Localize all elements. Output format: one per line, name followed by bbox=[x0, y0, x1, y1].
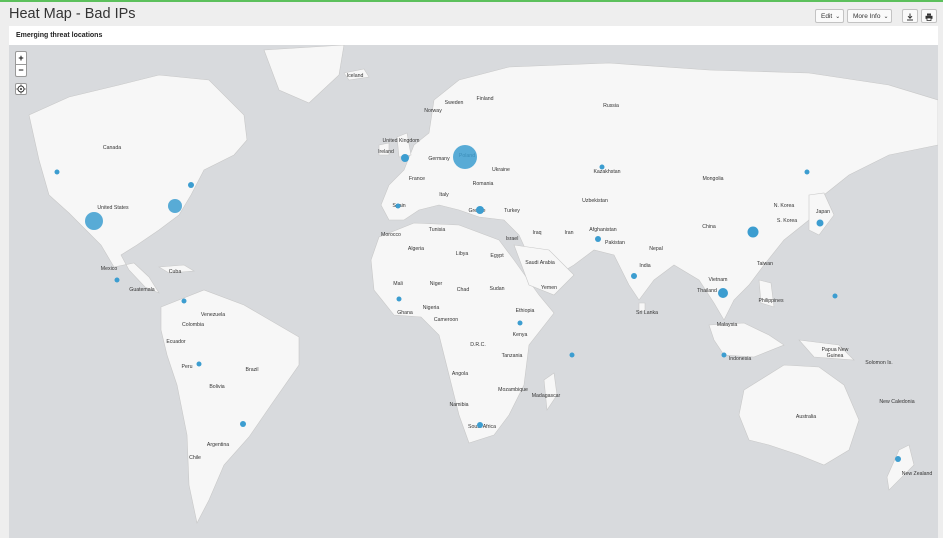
landmass-caribbean bbox=[158, 264, 195, 274]
landmass-madagascar bbox=[543, 372, 558, 411]
threat-bubble[interactable] bbox=[477, 422, 483, 428]
threat-bubble[interactable] bbox=[188, 182, 194, 188]
landmass-sri-lanka bbox=[638, 302, 646, 312]
chevron-down-icon: ⌄ bbox=[835, 14, 841, 20]
zoom-out-button[interactable]: − bbox=[16, 64, 26, 76]
threat-bubble[interactable] bbox=[181, 298, 187, 304]
threat-bubble[interactable] bbox=[240, 421, 246, 427]
locate-button[interactable] bbox=[15, 83, 27, 95]
threat-bubble[interactable] bbox=[816, 219, 824, 227]
threat-bubble[interactable] bbox=[599, 164, 605, 170]
map-panel: Emerging threat locations + − Iceland Fi… bbox=[9, 26, 938, 538]
panel-title: Emerging threat locations bbox=[16, 32, 103, 39]
world-map-landmass bbox=[28, 45, 938, 524]
landmass-australia bbox=[738, 364, 860, 466]
threat-bubble[interactable] bbox=[453, 145, 477, 169]
page-title: Heat Map - Bad IPs bbox=[9, 6, 136, 22]
threat-bubble[interactable] bbox=[395, 203, 401, 209]
threat-bubble[interactable] bbox=[721, 352, 727, 358]
threat-bubble[interactable] bbox=[804, 169, 810, 175]
threat-bubble[interactable] bbox=[54, 169, 60, 175]
crosshair-icon bbox=[16, 84, 26, 94]
threat-bubble[interactable] bbox=[832, 293, 838, 299]
threat-bubble[interactable] bbox=[895, 456, 901, 462]
landmass-south-america bbox=[160, 289, 300, 524]
landmass-southeast-asia bbox=[708, 322, 785, 358]
threat-bubble[interactable] bbox=[718, 288, 728, 298]
more-info-button[interactable]: More Info ⌄ bbox=[847, 9, 892, 23]
threat-bubble[interactable] bbox=[168, 199, 182, 213]
zoom-control: + − bbox=[15, 51, 27, 77]
landmass-philippines bbox=[758, 279, 775, 308]
world-map[interactable]: + − Iceland Finland Sweden Norway Russia Unit… bbox=[9, 45, 938, 538]
landmass-greenland bbox=[263, 45, 345, 104]
landmass-new-guinea bbox=[798, 339, 855, 361]
threat-bubble[interactable] bbox=[631, 273, 637, 279]
threat-bubble[interactable] bbox=[85, 212, 103, 230]
more-info-button-label: More Info bbox=[853, 13, 881, 20]
threat-bubble[interactable] bbox=[569, 352, 575, 358]
download-icon bbox=[907, 13, 913, 21]
threat-bubble[interactable] bbox=[401, 154, 409, 162]
threat-bubble[interactable] bbox=[595, 236, 601, 242]
threat-bubble[interactable] bbox=[114, 277, 120, 283]
threat-bubble[interactable] bbox=[196, 361, 202, 367]
landmass-north-america bbox=[28, 74, 248, 294]
edit-button-label: Edit bbox=[821, 13, 833, 20]
landmass-iceland bbox=[343, 68, 370, 81]
threat-bubble[interactable] bbox=[396, 296, 402, 302]
landmass-new-zealand bbox=[886, 444, 915, 491]
threat-bubble[interactable] bbox=[476, 206, 484, 214]
edit-button[interactable]: Edit ⌄ bbox=[815, 9, 844, 23]
threat-bubble[interactable] bbox=[517, 320, 523, 326]
chevron-down-icon: ⌄ bbox=[883, 14, 889, 20]
download-button[interactable] bbox=[902, 9, 918, 23]
dashboard-header: Heat Map - Bad IPs Edit ⌄ More Info ⌄ bbox=[0, 2, 943, 26]
landmass-japan bbox=[808, 192, 835, 236]
print-icon bbox=[925, 13, 933, 21]
print-button[interactable] bbox=[921, 9, 937, 23]
threat-bubble[interactable] bbox=[747, 226, 759, 238]
